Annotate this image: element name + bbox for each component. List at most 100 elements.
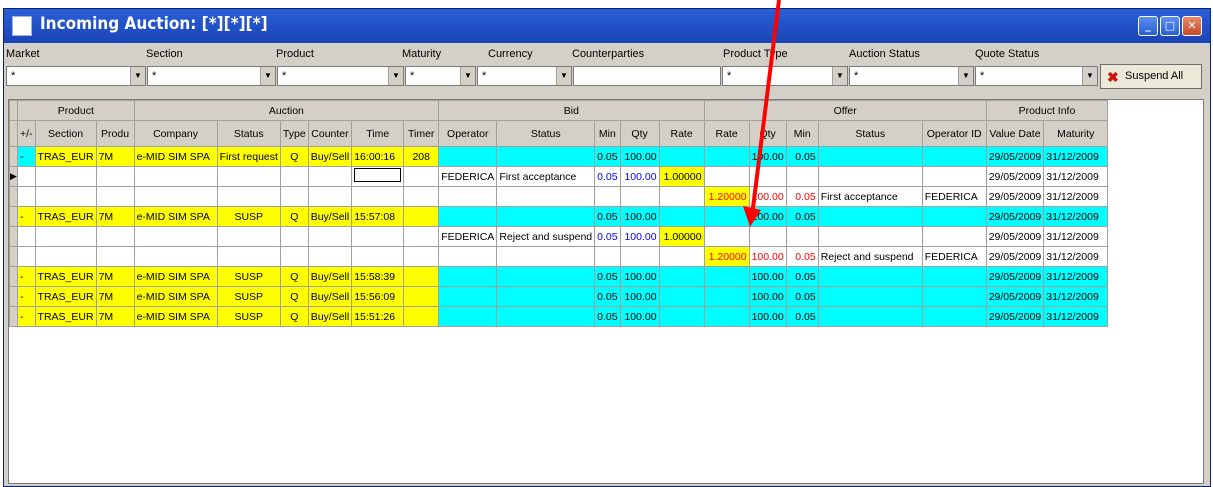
cell-product[interactable]	[95, 246, 135, 267]
cell-operator-id[interactable]	[921, 166, 987, 187]
col-header-operator-id[interactable]: Operator ID	[921, 120, 987, 147]
row-indicator[interactable]	[9, 226, 18, 247]
cell-operator-id[interactable]	[921, 286, 987, 307]
row-indicator[interactable]: ▶	[9, 166, 18, 187]
table-row[interactable]: 1.20000 100.00 0.05 Reject and suspend FEDER…	[9, 246, 1109, 267]
product-combo[interactable]: * ▼	[277, 66, 404, 86]
cell-offer-min[interactable]: 0.05	[785, 146, 819, 167]
cell-bid-status[interactable]: Reject and suspend	[496, 226, 596, 247]
col-header-offer-min[interactable]: Min	[785, 120, 819, 147]
cell-offer-rate[interactable]: 1.20000	[703, 186, 750, 207]
cell-counter[interactable]	[307, 186, 353, 207]
cell-offer-min[interactable]: 0.05	[785, 266, 819, 287]
cell-product[interactable]: 7M	[95, 306, 135, 327]
col-header-type[interactable]: Type	[279, 120, 309, 147]
cell-status[interactable]: First request	[216, 146, 281, 167]
cell-bid-qty[interactable]: 100.00	[619, 146, 660, 167]
cell-offer-rate[interactable]	[703, 146, 750, 167]
col-header-maturity[interactable]: Maturity	[1043, 120, 1109, 147]
cell-section[interactable]	[34, 166, 97, 187]
cell-bid-rate[interactable]	[658, 246, 705, 267]
table-row[interactable]: 1.20000 100.00 0.05 First acceptance FEDERIC…	[9, 186, 1109, 207]
cell-bid-status[interactable]	[496, 306, 596, 327]
cell-value-date[interactable]: 29/05/2009	[985, 306, 1045, 327]
cell-operator-id[interactable]: FEDERICA	[921, 186, 987, 207]
cell-counter[interactable]: Buy/Sell	[307, 286, 353, 307]
col-header-bid-min[interactable]: Min	[594, 120, 621, 147]
cell-exp[interactable]: -	[17, 146, 36, 167]
cell-offer-status[interactable]: Reject and suspend	[817, 246, 923, 267]
cell-type[interactable]: Q	[279, 206, 309, 227]
cell-timer[interactable]	[403, 286, 440, 307]
cell-maturity[interactable]: 31/12/2009	[1043, 266, 1109, 287]
cell-bid-min[interactable]	[594, 246, 621, 267]
col-header-bid-status[interactable]: Status	[496, 120, 596, 147]
cell-exp[interactable]: -	[17, 286, 36, 307]
cell-time[interactable]	[351, 226, 405, 247]
cell-offer-status[interactable]	[817, 306, 923, 327]
suspend-all-button[interactable]: ✖ Suspend All	[1100, 64, 1202, 89]
chevron-down-icon[interactable]: ▼	[832, 67, 847, 85]
cell-company[interactable]	[133, 246, 218, 267]
cell-time[interactable]	[351, 186, 405, 207]
cell-company[interactable]	[133, 166, 218, 187]
cell-timer[interactable]	[403, 186, 440, 207]
cell-maturity[interactable]: 31/12/2009	[1043, 206, 1109, 227]
cell-bid-min[interactable]: 0.05	[594, 286, 621, 307]
maximize-button[interactable]: □	[1160, 16, 1180, 36]
cell-bid-min[interactable]	[594, 186, 621, 207]
cell-counter[interactable]: Buy/Sell	[307, 306, 353, 327]
cell-status[interactable]: SUSP	[216, 206, 281, 227]
chevron-down-icon[interactable]: ▼	[556, 67, 571, 85]
cell-counter[interactable]	[307, 166, 353, 187]
auction-status-combo[interactable]: * ▼	[849, 66, 974, 86]
cell-exp[interactable]: -	[17, 306, 36, 327]
cell-bid-rate[interactable]	[658, 206, 705, 227]
cell-value-date[interactable]: 29/05/2009	[985, 146, 1045, 167]
cell-offer-min[interactable]: 0.05	[785, 246, 819, 267]
cell-offer-qty[interactable]: 100.00	[748, 266, 787, 287]
row-indicator[interactable]	[9, 266, 18, 287]
cell-offer-min[interactable]: 0.05	[785, 306, 819, 327]
cell-bid-rate[interactable]	[658, 286, 705, 307]
table-row[interactable]: - TRAS_EUR 7M e-MID SIM SPA First request Q Bu…	[9, 146, 1109, 167]
cell-offer-status[interactable]	[817, 266, 923, 287]
cell-type[interactable]	[279, 186, 309, 207]
cell-operator-id[interactable]	[921, 306, 987, 327]
cell-timer[interactable]	[403, 226, 440, 247]
row-indicator[interactable]	[9, 306, 18, 327]
cell-value-date[interactable]: 29/05/2009	[985, 186, 1045, 207]
cell-timer[interactable]	[403, 166, 440, 187]
cell-offer-status[interactable]	[817, 206, 923, 227]
cell-section[interactable]: TRAS_EUR	[34, 146, 97, 167]
cell-offer-min[interactable]	[785, 166, 819, 187]
auction-grid[interactable]: Product Auction Bid Offer Product Info +…	[8, 99, 1204, 484]
cell-bid-min[interactable]: 0.05	[594, 266, 621, 287]
table-row[interactable]: - TRAS_EUR 7M e-MID SIM SPA SUSP Q Buy/Sell 15:…	[9, 286, 1109, 307]
cell-timer[interactable]	[403, 246, 440, 267]
table-row[interactable]: - TRAS_EUR 7M e-MID SIM SPA SUSP Q Buy/Sell 15:…	[9, 266, 1109, 287]
cell-offer-qty[interactable]: 100.00	[748, 246, 787, 267]
cell-offer-qty[interactable]	[748, 226, 787, 247]
cell-offer-rate[interactable]	[703, 286, 750, 307]
cell-timer[interactable]	[403, 206, 440, 227]
cell-operator-id[interactable]: FEDERICA	[921, 246, 987, 267]
currency-combo[interactable]: * ▼	[477, 66, 572, 86]
cell-time[interactable]: 15:51:26	[351, 306, 405, 327]
cell-offer-rate[interactable]	[703, 266, 750, 287]
col-header-product[interactable]: Produ	[95, 120, 135, 147]
cell-time[interactable]: 16:00:16	[351, 146, 405, 167]
cell-status[interactable]: SUSP	[216, 286, 281, 307]
cell-bid-qty[interactable]: 100.00	[619, 206, 660, 227]
chevron-down-icon[interactable]: ▼	[130, 67, 145, 85]
chevron-down-icon[interactable]: ▼	[958, 67, 973, 85]
cell-bid-qty[interactable]: 100.00	[619, 166, 660, 187]
cell-time[interactable]	[351, 166, 405, 187]
cell-counter[interactable]	[307, 246, 353, 267]
product-type-combo[interactable]: * ▼	[722, 66, 848, 86]
cell-section[interactable]	[34, 186, 97, 207]
cell-status[interactable]	[216, 226, 281, 247]
cell-status[interactable]	[216, 166, 281, 187]
cell-maturity[interactable]: 31/12/2009	[1043, 146, 1109, 167]
cell-bid-min[interactable]: 0.05	[594, 146, 621, 167]
